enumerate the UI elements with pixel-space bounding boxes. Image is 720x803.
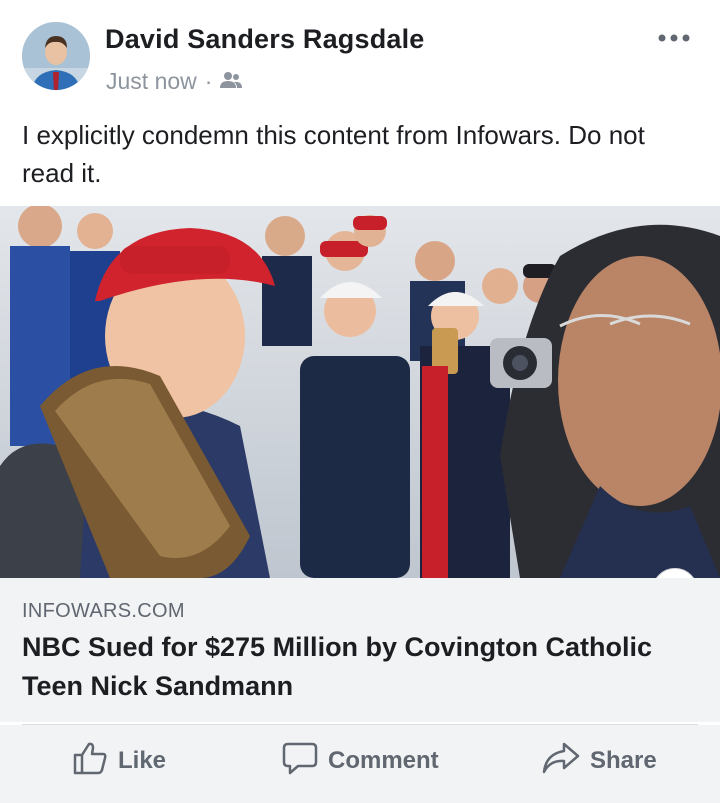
- comment-icon: [282, 741, 318, 782]
- avatar-image: [22, 22, 90, 90]
- comment-button[interactable]: Comment: [282, 741, 439, 781]
- link-preview-image[interactable]: [0, 206, 720, 578]
- share-icon: [542, 741, 580, 782]
- avatar[interactable]: [22, 22, 90, 90]
- share-button[interactable]: Share: [542, 741, 657, 781]
- link-title[interactable]: NBC Sued for $275 Million by Covington C…: [22, 628, 682, 706]
- thumbs-up-icon: [72, 741, 108, 782]
- meta-separator: ·: [204, 67, 213, 94]
- action-bar: Like Comment Share: [0, 725, 720, 803]
- more-options-icon[interactable]: [652, 26, 696, 50]
- link-domain: INFOWARS.COM: [22, 600, 185, 622]
- comment-label: Comment: [328, 747, 439, 774]
- friends-icon[interactable]: [220, 68, 243, 95]
- share-label: Share: [590, 747, 657, 774]
- like-label: Like: [118, 747, 167, 774]
- like-button[interactable]: Like: [72, 741, 166, 781]
- crowd-photo: [0, 206, 720, 578]
- link-card[interactable]: INFOWARS.COM NBC Sued for $275 Million b…: [0, 578, 720, 722]
- author-name[interactable]: David Sanders Ragsdale: [105, 24, 425, 55]
- timestamp[interactable]: Just now: [106, 68, 197, 95]
- post-header: David Sanders Ragsdale Just now ·: [0, 0, 720, 100]
- post-text: I explicitly condemn this content from I…: [22, 120, 645, 188]
- post-meta: Just now ·: [106, 66, 243, 96]
